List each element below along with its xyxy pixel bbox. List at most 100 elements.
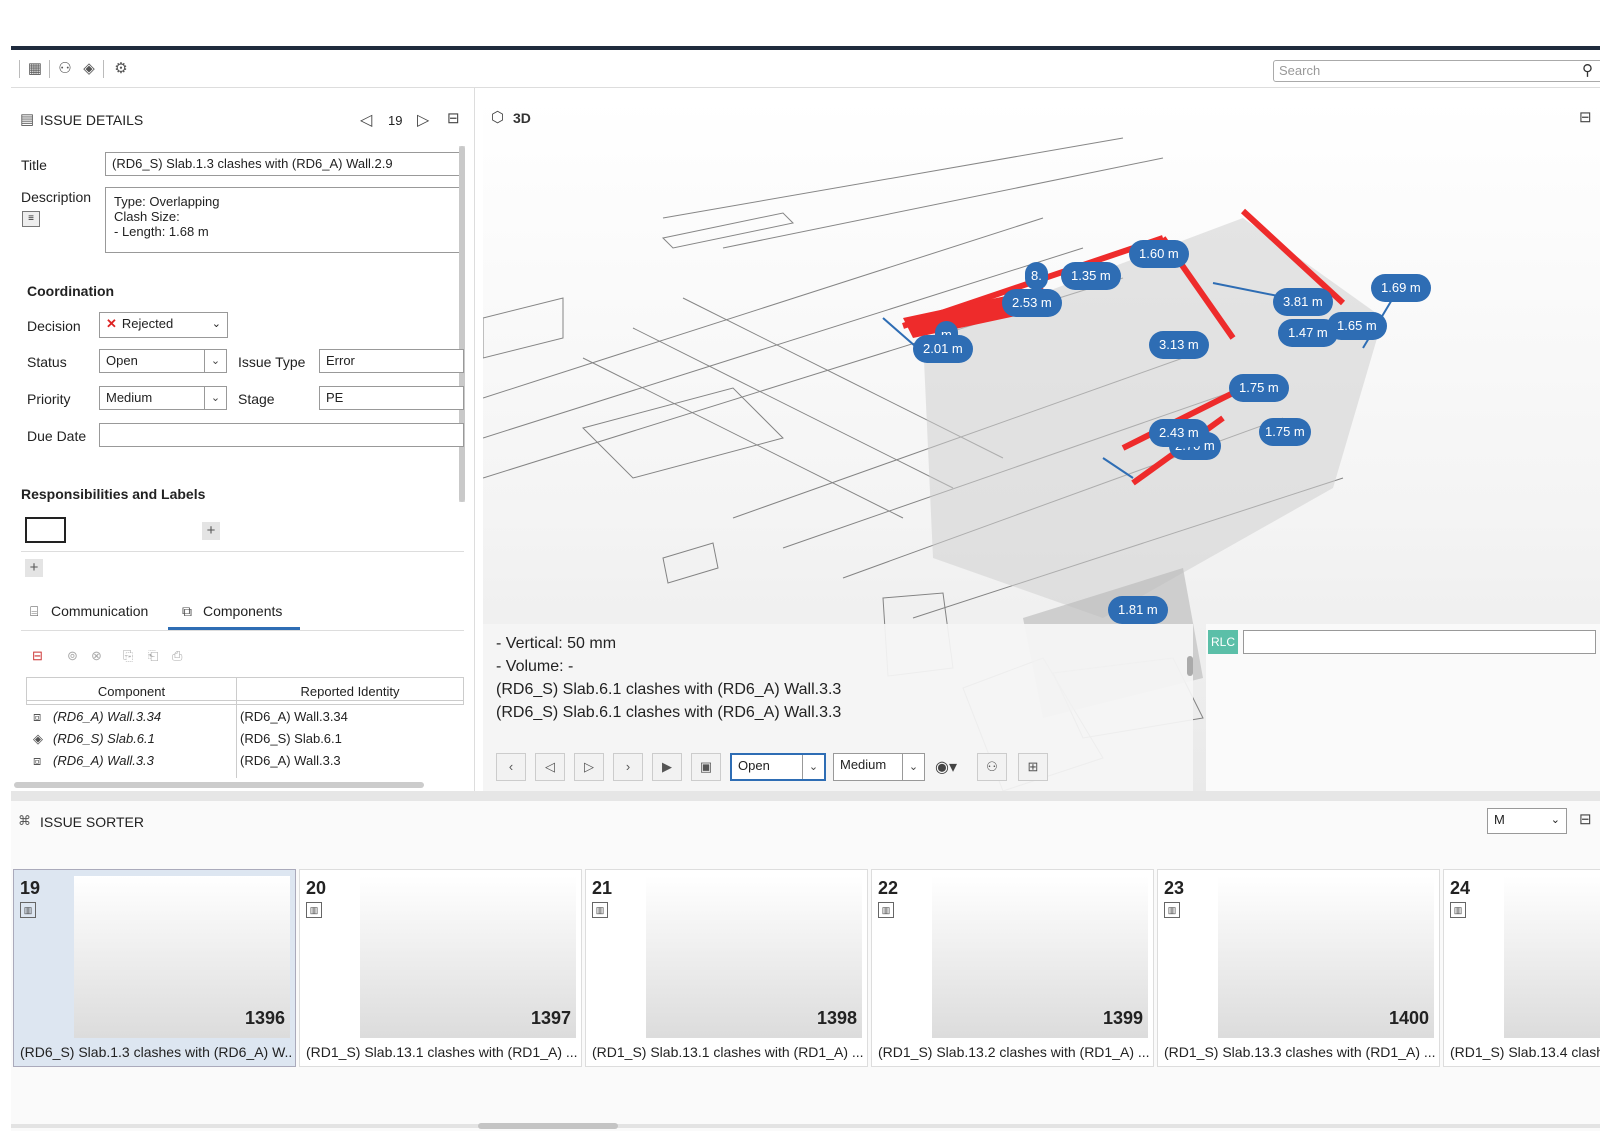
play-icon[interactable]: ▶ — [652, 753, 682, 781]
measurement-label[interactable]: 1.75 m — [1259, 418, 1311, 446]
measurement-label[interactable]: 2.01 m — [913, 335, 973, 363]
tag-str[interactable]: STR — [159, 517, 196, 543]
card-thumbnail — [1504, 876, 1600, 1038]
user-location-icon[interactable]: ⚇ — [55, 59, 75, 79]
previous-button[interactable]: ◁ — [535, 753, 565, 781]
hide-icon[interactable]: ⊗ — [91, 648, 102, 664]
priority-dropdown-value: Medium — [840, 757, 887, 772]
next-issue-icon[interactable]: ▷ — [417, 110, 429, 130]
communication-icon: ⌸ — [30, 603, 39, 619]
decision-select[interactable]: ✕ Rejected ⌄ — [99, 312, 228, 338]
card-title: (RD1_S) Slab.13.1 clashes with (RD1_A) .… — [592, 1044, 864, 1060]
card-title: (RD1_S) Slab.13.1 clashes with (RD1_A) .… — [306, 1044, 578, 1060]
remove-component-icon[interactable]: ⊟ — [32, 648, 43, 664]
measurement-label[interactable]: 1.35 m — [1061, 262, 1121, 290]
sorter-icon: ⌘ — [18, 813, 31, 828]
table-cell-component[interactable]: (RD6_S) Slab.6.1 — [53, 728, 155, 750]
search-input[interactable]: Search — [1273, 60, 1600, 82]
viewer-maximize-icon[interactable]: ⊟ — [1579, 108, 1592, 126]
layers-icon[interactable]: ◈ — [79, 59, 99, 79]
slab-icon: ◈ — [33, 731, 43, 746]
card-title: (RD1_S) Slab.13.3 clashes with (RD1_A) .… — [1164, 1044, 1436, 1060]
measurement-label[interactable]: 8. — [1025, 262, 1048, 290]
last-issue-button[interactable]: › — [613, 753, 643, 781]
splitter[interactable] — [11, 791, 1600, 801]
panel-scrollbar-thumb[interactable] — [459, 146, 465, 502]
due-date-field[interactable] — [99, 423, 464, 447]
issue-card[interactable]: 20 ▥ 1397 (RD1_S) Slab.13.1 clashes with… — [299, 869, 582, 1067]
measurement-label[interactable]: 2.43 m — [1149, 419, 1209, 447]
issue-details-title: ISSUE DETAILS — [40, 112, 144, 128]
model-icon[interactable]: ▦ — [25, 59, 45, 79]
issue-card[interactable]: 22 ▥ 1399 (RD1_S) Slab.13.2 clashes with… — [871, 869, 1154, 1067]
comment-icon[interactable]: ≡ — [22, 211, 40, 227]
description-field[interactable]: Type: Overlapping Clash Size: - Length: … — [105, 187, 464, 253]
sorter-scrollbar-thumb[interactable] — [478, 1123, 618, 1129]
issue-type-field[interactable]: Error — [319, 349, 464, 373]
card-id: 1396 — [244, 1008, 285, 1028]
measurement-label[interactable]: 1.69 m — [1371, 274, 1431, 302]
description-line: - Volume: - — [496, 658, 574, 675]
description-line: (RD6_S) Slab.6.1 clashes with (RD6_A) Wa… — [496, 681, 842, 698]
components-icon: ⧉ — [182, 603, 192, 619]
description-line: - Vertical: 50 mm — [496, 635, 617, 652]
status-select[interactable]: Open ⌄ — [99, 349, 227, 373]
priority-select[interactable]: Medium ⌄ — [99, 386, 227, 410]
status-dropdown[interactable]: Open ⌄ — [730, 753, 826, 781]
title-field[interactable]: (RD6_S) Slab.1.3 clashes with (RD6_A) Wa… — [105, 152, 464, 176]
description-line: Type: Overlapping — [114, 194, 220, 209]
measurement-label[interactable]: 1.60 m — [1129, 240, 1189, 268]
card-id: 1399 — [1102, 1008, 1143, 1028]
priority-dropdown[interactable]: Medium ⌄ — [833, 753, 925, 781]
horizontal-scrollbar[interactable] — [14, 782, 424, 788]
tab-components[interactable]: Components — [203, 603, 282, 619]
measurement-label[interactable]: 1.81 m — [1108, 596, 1168, 624]
next-button[interactable]: ▷ — [574, 753, 604, 781]
description-scrollbar[interactable] — [1187, 656, 1193, 676]
add-label-icon[interactable]: + — [25, 559, 43, 577]
clipboard-copy-icon[interactable]: ⎗ — [148, 648, 158, 664]
table-cell-component[interactable]: (RD6_A) Wall.3.3 — [53, 750, 154, 772]
table-cell-identity[interactable]: (RD6_S) Slab.6.1 — [240, 728, 342, 750]
tab-communication[interactable]: Communication — [51, 603, 148, 619]
issue-details-icon: ▤ — [20, 111, 35, 128]
table-cell-identity[interactable]: (RD6_A) Wall.3.3 — [240, 750, 341, 772]
column-divider — [236, 700, 237, 778]
table-cell-identity[interactable]: (RD6_A) Wall.3.34 — [240, 706, 348, 728]
search-icon[interactable]: ⚲ — [1582, 61, 1593, 79]
tag-ele[interactable]: ELE — [71, 517, 106, 543]
rlc-input[interactable] — [1243, 630, 1596, 654]
measurement-label[interactable]: 1.75 m — [1229, 374, 1289, 402]
stage-field[interactable]: PE — [319, 386, 464, 410]
first-issue-button[interactable]: ‹ — [496, 753, 526, 781]
card-number: 22 — [878, 878, 899, 898]
tag-arc[interactable]: ARC — [25, 517, 66, 543]
users-icon[interactable]: ⚇ — [977, 753, 1007, 781]
measurement-label[interactable]: 1.65 m — [1327, 312, 1387, 340]
isolate-icon[interactable]: ⊚ — [67, 648, 78, 664]
view-3d-settings-icon[interactable]: ⚙ — [111, 59, 131, 79]
issue-card[interactable]: 24 ▥ (RD1_S) Slab.13.4 clash — [1443, 869, 1600, 1067]
add-tag-icon[interactable]: + — [202, 522, 220, 540]
issue-card[interactable]: 21 ▥ 1398 (RD1_S) Slab.13.1 clashes with… — [585, 869, 868, 1067]
clipboard-icon[interactable]: ⎘ — [123, 648, 133, 664]
measurement-label[interactable]: 2.53 m — [1002, 289, 1062, 317]
issue-card[interactable]: 19 ▥ 1396 (RD6_S) Slab.1.3 clashes with … — [13, 869, 296, 1067]
tag-mec[interactable]: MEC — [112, 517, 153, 543]
previous-issue-icon[interactable]: ◁ — [360, 110, 372, 130]
table-cell-component[interactable]: (RD6_A) Wall.3.34 — [53, 706, 161, 728]
presentation-icon[interactable]: ⊞ — [1018, 753, 1048, 781]
present-icon[interactable]: ▣ — [691, 753, 721, 781]
card-title: (RD1_S) Slab.13.2 clashes with (RD1_A) .… — [878, 1044, 1150, 1060]
issue-card[interactable]: 23 ▥ 1400 (RD1_S) Slab.13.3 clashes with… — [1157, 869, 1440, 1067]
sorter-scrollbar[interactable] — [11, 1124, 1600, 1128]
title-label: Title — [21, 157, 47, 173]
divider — [21, 551, 464, 552]
measurement-label[interactable]: 3.13 m — [1149, 331, 1209, 359]
measurement-label[interactable]: 3.81 m — [1273, 288, 1333, 316]
panel-maximize-icon[interactable]: ⊟ — [447, 109, 460, 127]
sorter-maximize-icon[interactable]: ⊟ — [1579, 810, 1592, 828]
clipboard-list-icon[interactable]: ⎙ — [172, 648, 182, 664]
thumbnail-size-select[interactable]: M ⌄ — [1487, 808, 1567, 834]
camera-icon[interactable]: ◉▾ — [935, 757, 957, 777]
